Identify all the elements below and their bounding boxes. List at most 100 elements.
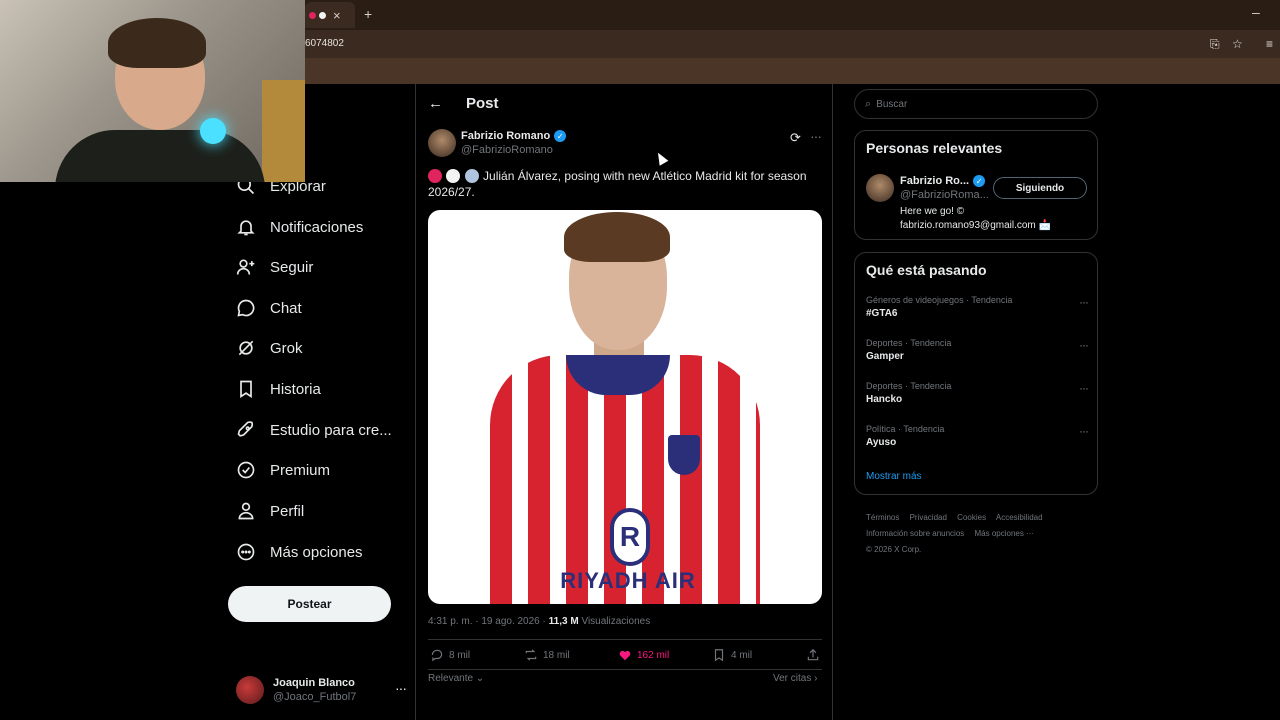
- more-icon[interactable]: ···: [810, 128, 822, 144]
- share-button[interactable]: [806, 648, 820, 662]
- bell-icon: [237, 220, 255, 236]
- back-arrow-icon[interactable]: ←: [428, 95, 443, 112]
- camera-icon: [464, 169, 479, 183]
- bookmark-count: 4 mil: [731, 649, 753, 661]
- browser-tab[interactable]: ×: [305, 2, 355, 28]
- webcam-person-hair: [108, 18, 206, 68]
- footer-link[interactable]: Privacidad: [910, 513, 947, 522]
- post-timestamp[interactable]: 4:31 p. m. · 19 ago. 2026 ·: [428, 616, 549, 627]
- sidebar-item-seguir[interactable]: Seguir: [236, 252, 313, 282]
- star-icon[interactable]: ☆: [1232, 37, 1243, 51]
- footer-link[interactable]: Accesibilidad: [996, 513, 1043, 522]
- reading-list-icon[interactable]: ≡: [1266, 37, 1273, 51]
- relevant-people-card: Personas relevantes Fabrizio Ro... ✓ @Fa…: [854, 130, 1098, 240]
- sidebar-item-grok[interactable]: Grok: [236, 333, 303, 363]
- sidebar-item-perfil[interactable]: Perfil: [236, 496, 304, 526]
- grok-icon: [238, 340, 254, 356]
- share-icon: [807, 648, 819, 661]
- url-field[interactable]: 6074802: [305, 38, 344, 49]
- relevant-person-name[interactable]: Fabrizio Ro... ✓: [900, 175, 986, 187]
- reply-sort-dropdown[interactable]: Relevante ⌄: [428, 673, 484, 684]
- footer-link[interactable]: Términos: [866, 513, 899, 522]
- minimize-window-button[interactable]: –: [1252, 4, 1260, 20]
- more-icon[interactable]: ···: [1079, 338, 1089, 352]
- reply-icon: [431, 649, 443, 662]
- relevant-person-bio: Here we go! © fabrizio.romano93@gmail.co…: [900, 206, 1051, 231]
- person-plus-icon: [236, 259, 255, 275]
- tab-favicon-icon: [319, 11, 326, 19]
- tab-favicon-icon: [309, 11, 316, 19]
- more-icon[interactable]: ···: [1079, 381, 1089, 395]
- install-app-icon[interactable]: ⎘: [1210, 37, 1220, 52]
- following-button[interactable]: Siguiendo: [993, 177, 1087, 199]
- views-label: Visualizaciones: [578, 616, 651, 627]
- sidebar-item-label: Chat: [270, 299, 302, 317]
- post-text: Julián Álvarez, posing with new Atlético…: [428, 168, 823, 200]
- grok-explain-icon[interactable]: ⟳: [790, 130, 801, 146]
- sidebar-item-label: Perfil: [270, 502, 305, 520]
- relevant-person-handle[interactable]: @FabrizioRoma...: [900, 189, 989, 201]
- search-input[interactable]: [876, 98, 1077, 110]
- author-name-text: Fabrizio Romano: [461, 130, 551, 142]
- bookmark-button[interactable]: 4 mil: [712, 648, 752, 662]
- main-column: ← Post Fabrizio Romano ✓ @FabrizioRomano…: [415, 84, 833, 720]
- author-handle[interactable]: @FabrizioRomano: [461, 144, 553, 156]
- footer-links: Términos Privacidad Cookies Accesibilida…: [866, 510, 1098, 558]
- account-name: Joaquin Blanco: [273, 677, 355, 689]
- sidebar-item-label: Grok: [270, 339, 303, 357]
- chevron-right-icon: ›: [811, 673, 818, 684]
- more-icon[interactable]: ···: [1079, 424, 1089, 438]
- more-icon[interactable]: ···: [395, 680, 407, 696]
- trend-item[interactable]: Deportes · Tendencia Gamper ···: [866, 338, 1089, 362]
- trend-item[interactable]: Géneros de videojuegos · Tendencia #GTA6…: [866, 295, 1089, 319]
- sidebar-item-label: Notificaciones: [270, 218, 364, 236]
- sidebar-item-premium[interactable]: Premium: [236, 455, 330, 485]
- trend-name: Gamper: [866, 351, 904, 362]
- search-box[interactable]: ⌕: [854, 89, 1098, 119]
- card-title: Qué está pasando: [866, 262, 987, 278]
- avatar[interactable]: [866, 174, 894, 202]
- sponsor-logo-icon: R: [610, 508, 650, 566]
- views-count: 11,3 M: [548, 616, 579, 627]
- account-switcher[interactable]: Joaquin Blanco @Joaco_Futbol7 ···: [236, 672, 407, 708]
- bookmark-icon: [240, 380, 252, 399]
- show-more-link[interactable]: Mostrar más: [866, 471, 922, 482]
- post-button[interactable]: Postear: [228, 586, 391, 622]
- copyright: © 2026 X Corp.: [866, 545, 922, 554]
- close-tab-icon[interactable]: ×: [333, 8, 341, 23]
- like-button[interactable]: 162 mil: [618, 648, 669, 662]
- trend-item[interactable]: Deportes · Tendencia Hancko ···: [866, 381, 1089, 405]
- avatar[interactable]: [428, 129, 456, 157]
- post-image[interactable]: R RIYADH AIR: [428, 210, 822, 604]
- sidebar-item-label: Premium: [270, 461, 331, 479]
- post-text-content: Julián Álvarez, posing with new Atlético…: [428, 169, 807, 199]
- sidebar-item-notificaciones[interactable]: Notificaciones: [236, 212, 363, 242]
- repost-button[interactable]: 18 mil: [524, 648, 570, 662]
- new-tab-button[interactable]: +: [364, 6, 372, 22]
- more-circle-icon: [237, 543, 255, 561]
- footer-link[interactable]: Más opciones ···: [975, 529, 1035, 538]
- trend-item[interactable]: Política · Tendencia Ayuso ···: [866, 424, 1089, 448]
- author-name[interactable]: Fabrizio Romano ✓: [461, 130, 567, 142]
- more-icon[interactable]: ···: [1079, 295, 1089, 309]
- post-meta: 4:31 p. m. · 19 ago. 2026 · 11,3 M Visua…: [428, 616, 650, 627]
- account-handle: @Joaco_Futbol7: [273, 691, 357, 703]
- footer-link[interactable]: Cookies: [957, 513, 986, 522]
- trend-category: Política · Tendencia: [866, 424, 945, 434]
- view-quotes-label: Ver citas: [773, 673, 812, 684]
- rocket-icon: [237, 421, 254, 437]
- sidebar-item-mas-opciones[interactable]: Más opciones: [236, 537, 363, 567]
- reply-count: 8 mil: [449, 649, 471, 661]
- view-quotes-link[interactable]: Ver citas ›: [773, 673, 817, 684]
- bookmark-icon: [714, 649, 724, 662]
- footer-link[interactable]: Información sobre anuncios: [866, 529, 964, 538]
- webcam-person-body: [55, 130, 265, 182]
- sidebar-item-estudio[interactable]: Estudio para cre...: [236, 415, 392, 445]
- trend-name: Ayuso: [866, 437, 897, 448]
- reply-button[interactable]: 8 mil: [430, 648, 470, 662]
- sponsor-text: RIYADH AIR: [560, 568, 696, 593]
- trend-name: #GTA6: [866, 308, 898, 319]
- sidebar-item-chat[interactable]: Chat: [236, 293, 302, 323]
- relevant-person-name-text: Fabrizio Ro...: [900, 175, 970, 187]
- sidebar-item-historia[interactable]: Historia: [236, 374, 321, 404]
